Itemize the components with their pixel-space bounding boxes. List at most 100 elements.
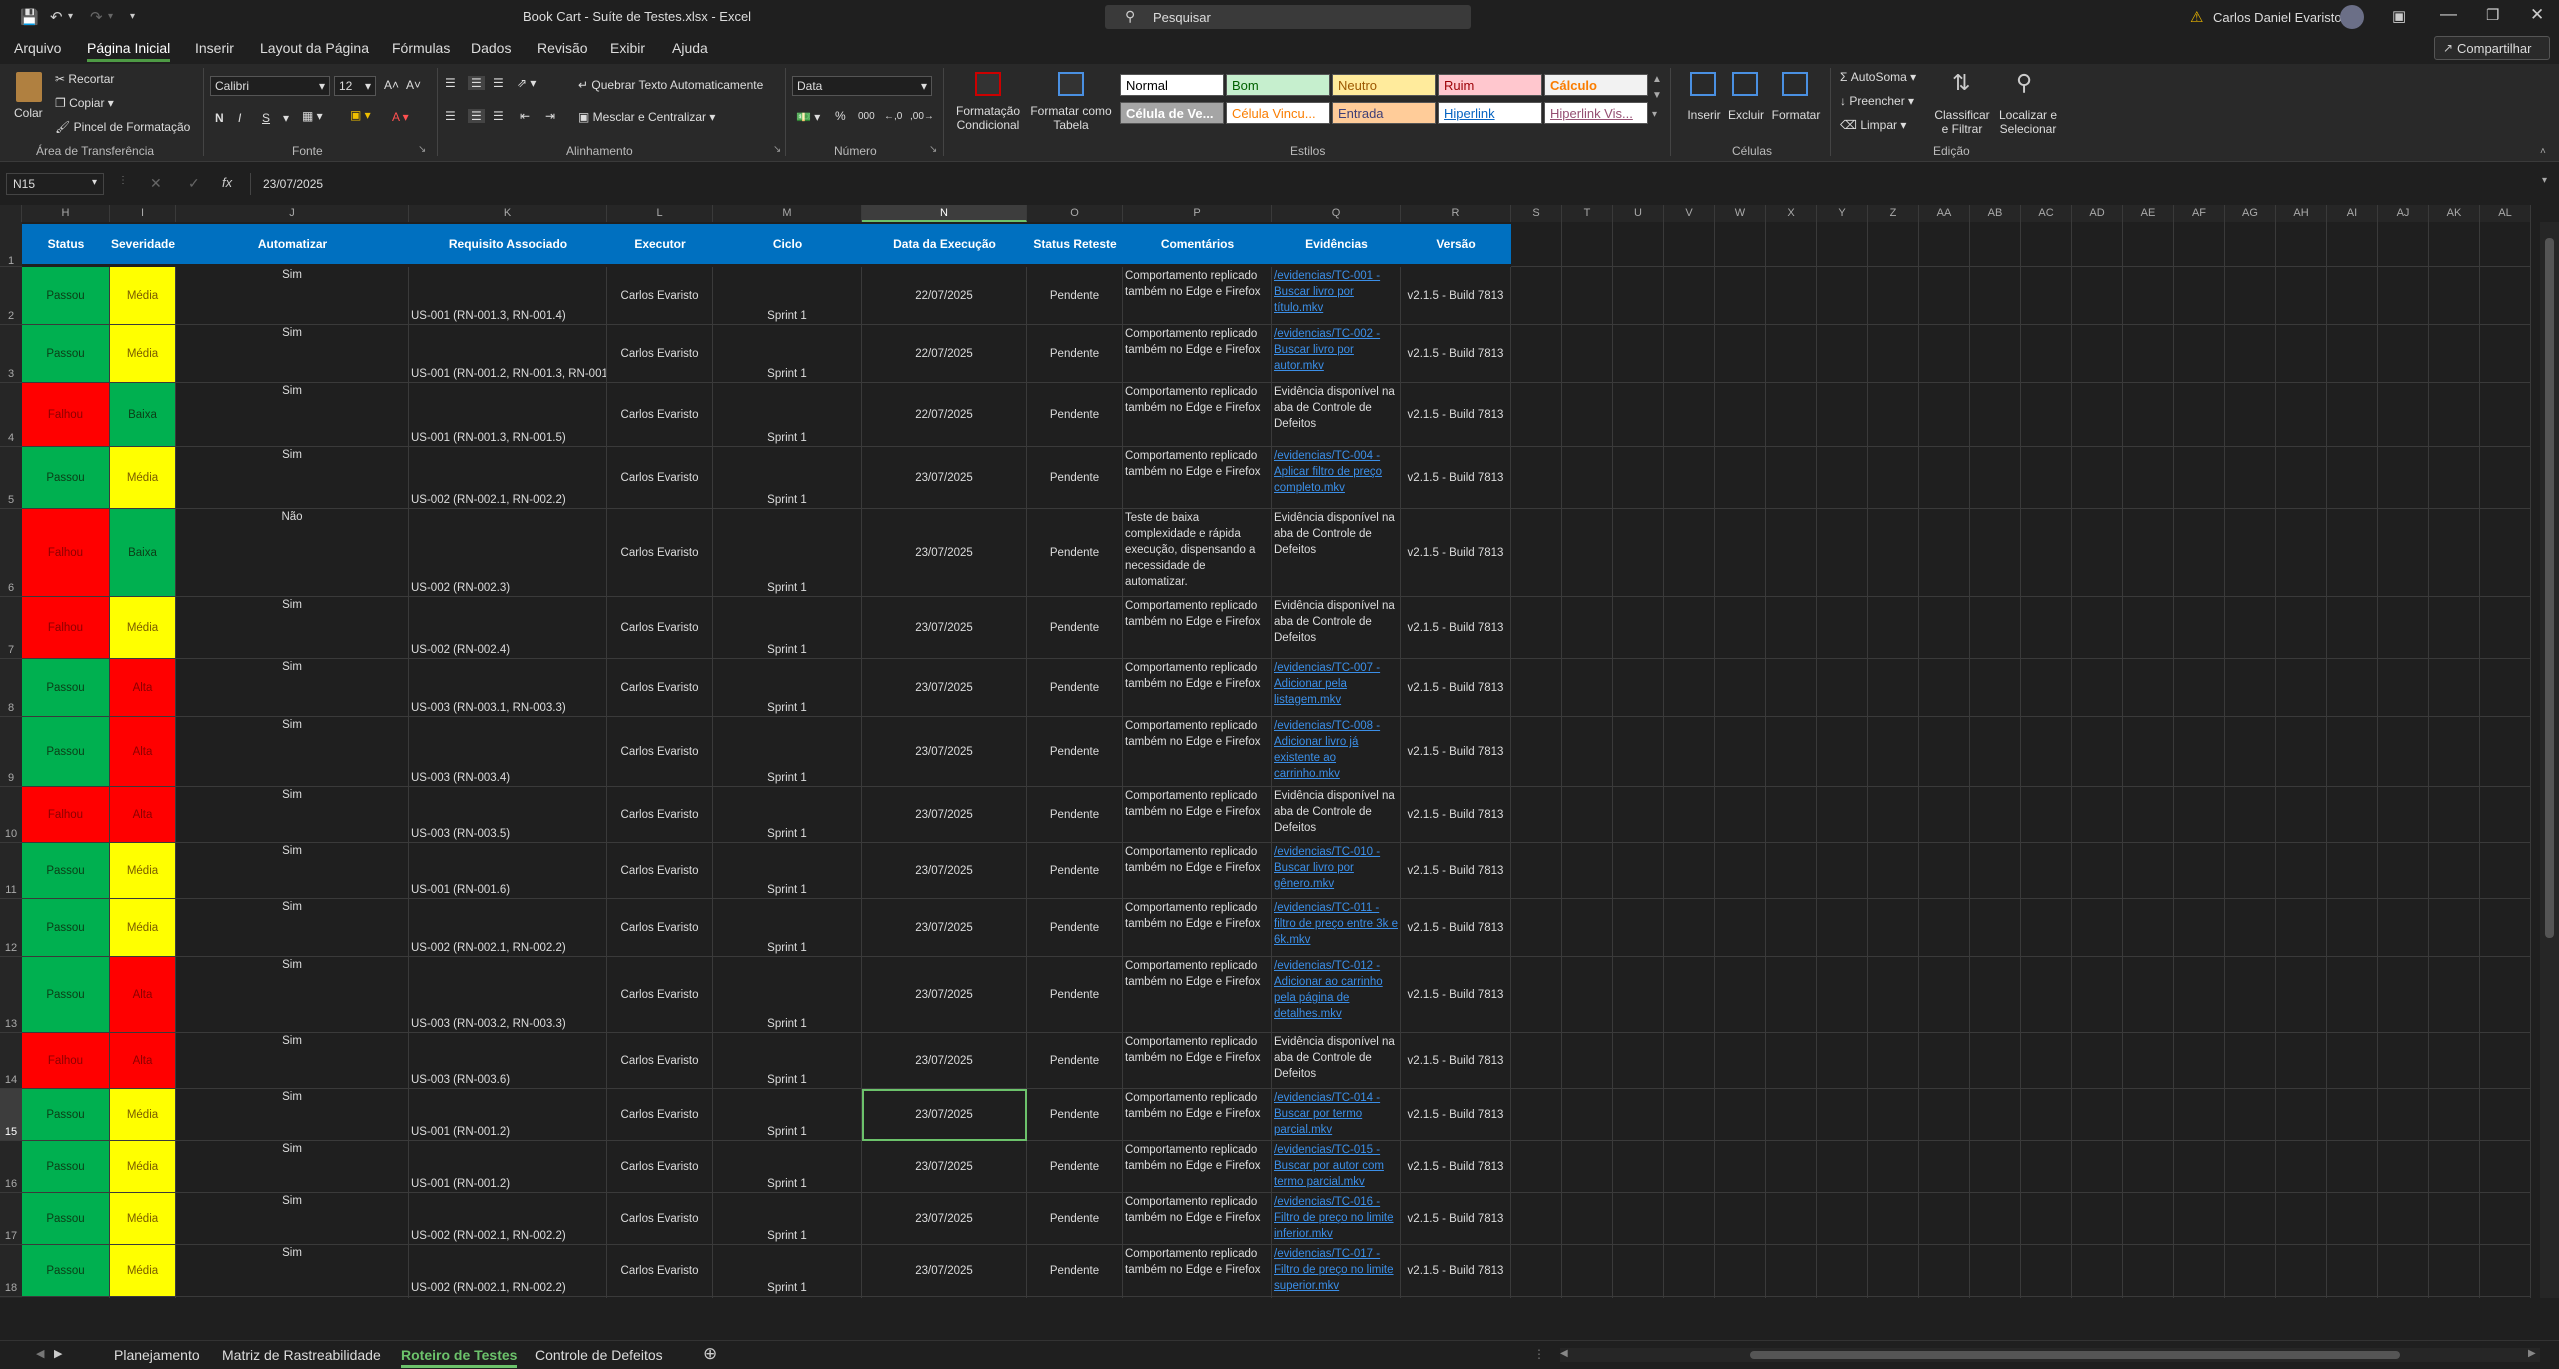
- comments-cell[interactable]: Comportamento replicado também no Edge e…: [1123, 1089, 1272, 1141]
- requirement-cell[interactable]: US-001 (RN-001.3, RN-001.5): [409, 383, 607, 447]
- empty-cell[interactable]: [1817, 325, 1868, 383]
- expand-formula-icon[interactable]: ▾: [2542, 175, 2547, 186]
- copy-button[interactable]: ❐ Copiar ▾: [55, 96, 114, 110]
- empty-cell[interactable]: [2327, 1193, 2378, 1245]
- column-header[interactable]: X: [1766, 205, 1817, 222]
- evidence-cell[interactable]: Evidência disponível na aba de Controle …: [1272, 1033, 1401, 1089]
- empty-cell[interactable]: [1868, 1297, 1919, 1298]
- severity-cell[interactable]: Alta: [110, 787, 176, 843]
- empty-cell[interactable]: [1715, 843, 1766, 899]
- empty-cell[interactable]: [2072, 843, 2123, 899]
- empty-cell[interactable]: [1715, 447, 1766, 509]
- empty-cell[interactable]: [1970, 843, 2021, 899]
- severity-cell[interactable]: Média: [110, 267, 176, 325]
- empty-cell[interactable]: [1715, 222, 1766, 267]
- empty-cell[interactable]: [2276, 1141, 2327, 1193]
- empty-cell[interactable]: [1919, 1297, 1970, 1298]
- version-cell[interactable]: v2.1.5 - Build 7813: [1401, 509, 1511, 597]
- empty-cell[interactable]: [2174, 787, 2225, 843]
- empty-cell[interactable]: [2123, 509, 2174, 597]
- empty-cell[interactable]: [2021, 899, 2072, 957]
- empty-cell[interactable]: [1817, 383, 1868, 447]
- empty-cell[interactable]: [2225, 787, 2276, 843]
- empty-cell[interactable]: [1664, 1297, 1715, 1298]
- styles-scroll-up-icon[interactable]: ▲: [1652, 74, 1662, 85]
- empty-cell[interactable]: [2429, 597, 2480, 659]
- automate-cell[interactable]: Sim: [176, 787, 409, 843]
- empty-cell[interactable]: [2174, 843, 2225, 899]
- empty-cell[interactable]: [1613, 1089, 1664, 1141]
- empty-cell[interactable]: [1970, 957, 2021, 1033]
- empty-cell[interactable]: [2021, 1193, 2072, 1245]
- empty-cell[interactable]: [1664, 843, 1715, 899]
- grow-font-icon[interactable]: A˄: [384, 78, 399, 92]
- requirement-cell[interactable]: US-003 (RN-003.1, RN-003.3): [409, 659, 607, 717]
- status-cell[interactable]: Falhou: [22, 509, 110, 597]
- empty-cell[interactable]: [2021, 787, 2072, 843]
- version-cell[interactable]: v2.1.5 - Build 7813: [1401, 1089, 1511, 1141]
- empty-cell[interactable]: [1613, 383, 1664, 447]
- cycle-cell[interactable]: Sprint 1: [713, 899, 862, 957]
- column-header[interactable]: P: [1123, 205, 1272, 222]
- empty-cell[interactable]: [2123, 325, 2174, 383]
- retest-status-cell[interactable]: Pendente: [1027, 717, 1123, 787]
- user-name[interactable]: Carlos Daniel Evaristo: [2213, 10, 2342, 25]
- empty-cell[interactable]: [2378, 957, 2429, 1033]
- empty-cell[interactable]: [2123, 1141, 2174, 1193]
- column-header[interactable]: H: [22, 205, 110, 222]
- fill-color-icon[interactable]: ▣ ▾: [350, 108, 371, 122]
- empty-cell[interactable]: [1868, 383, 1919, 447]
- row-header[interactable]: 17: [0, 1193, 22, 1245]
- undo-icon[interactable]: ↶: [50, 8, 63, 26]
- empty-cell[interactable]: [1817, 957, 1868, 1033]
- empty-cell[interactable]: [1613, 717, 1664, 787]
- empty-cell[interactable]: [2378, 447, 2429, 509]
- empty-cell[interactable]: [1715, 659, 1766, 717]
- underline-dropdown-icon[interactable]: ▾: [283, 111, 289, 125]
- cycle-cell[interactable]: Sprint 1: [713, 447, 862, 509]
- empty-cell[interactable]: [2429, 717, 2480, 787]
- empty-cell[interactable]: [1766, 717, 1817, 787]
- empty-cell[interactable]: [2429, 957, 2480, 1033]
- version-cell[interactable]: v2.1.5 - Build 7813: [1401, 787, 1511, 843]
- empty-cell[interactable]: [1919, 447, 1970, 509]
- empty-cell[interactable]: [862, 1297, 1027, 1298]
- empty-cell[interactable]: [2327, 717, 2378, 787]
- empty-cell[interactable]: [1715, 509, 1766, 597]
- requirement-cell[interactable]: US-001 (RN-001.3, RN-001.4): [409, 267, 607, 325]
- empty-cell[interactable]: [1970, 1193, 2021, 1245]
- empty-cell[interactable]: [1613, 1245, 1664, 1297]
- empty-cell[interactable]: [2123, 1297, 2174, 1298]
- retest-status-cell[interactable]: Pendente: [1027, 509, 1123, 597]
- status-cell[interactable]: Falhou: [22, 597, 110, 659]
- executor-cell[interactable]: Carlos Evaristo: [607, 717, 713, 787]
- empty-cell[interactable]: [1613, 325, 1664, 383]
- vertical-scrollbar[interactable]: [2540, 222, 2559, 1298]
- empty-cell[interactable]: [1766, 325, 1817, 383]
- status-cell[interactable]: Passou: [22, 267, 110, 325]
- empty-cell[interactable]: [1511, 1033, 1562, 1089]
- empty-cell[interactable]: [1970, 267, 2021, 325]
- empty-cell[interactable]: [2429, 787, 2480, 843]
- empty-cell[interactable]: [2276, 717, 2327, 787]
- empty-cell[interactable]: [2429, 843, 2480, 899]
- comments-cell[interactable]: Comportamento replicado também no Edge e…: [1123, 787, 1272, 843]
- align-center-icon[interactable]: ☰: [468, 109, 485, 123]
- empty-cell[interactable]: [2174, 717, 2225, 787]
- empty-cell[interactable]: [2276, 957, 2327, 1033]
- empty-cell[interactable]: [1868, 1193, 1919, 1245]
- bold-icon[interactable]: N: [215, 111, 224, 125]
- empty-cell[interactable]: [2021, 1089, 2072, 1141]
- empty-cell[interactable]: [1766, 787, 1817, 843]
- empty-cell[interactable]: [1868, 447, 1919, 509]
- empty-cell[interactable]: [1868, 222, 1919, 267]
- empty-cell[interactable]: [2225, 383, 2276, 447]
- row-header[interactable]: 1: [0, 222, 22, 267]
- row-header[interactable]: 12: [0, 899, 22, 957]
- execution-date-cell[interactable]: 23/07/2025: [862, 899, 1027, 957]
- empty-cell[interactable]: [1919, 659, 1970, 717]
- sort-filter-button[interactable]: ⇅ Classificar e Filtrar: [1932, 70, 1992, 140]
- empty-cell[interactable]: [1766, 267, 1817, 325]
- executor-cell[interactable]: Carlos Evaristo: [607, 447, 713, 509]
- empty-cell[interactable]: [1919, 1033, 1970, 1089]
